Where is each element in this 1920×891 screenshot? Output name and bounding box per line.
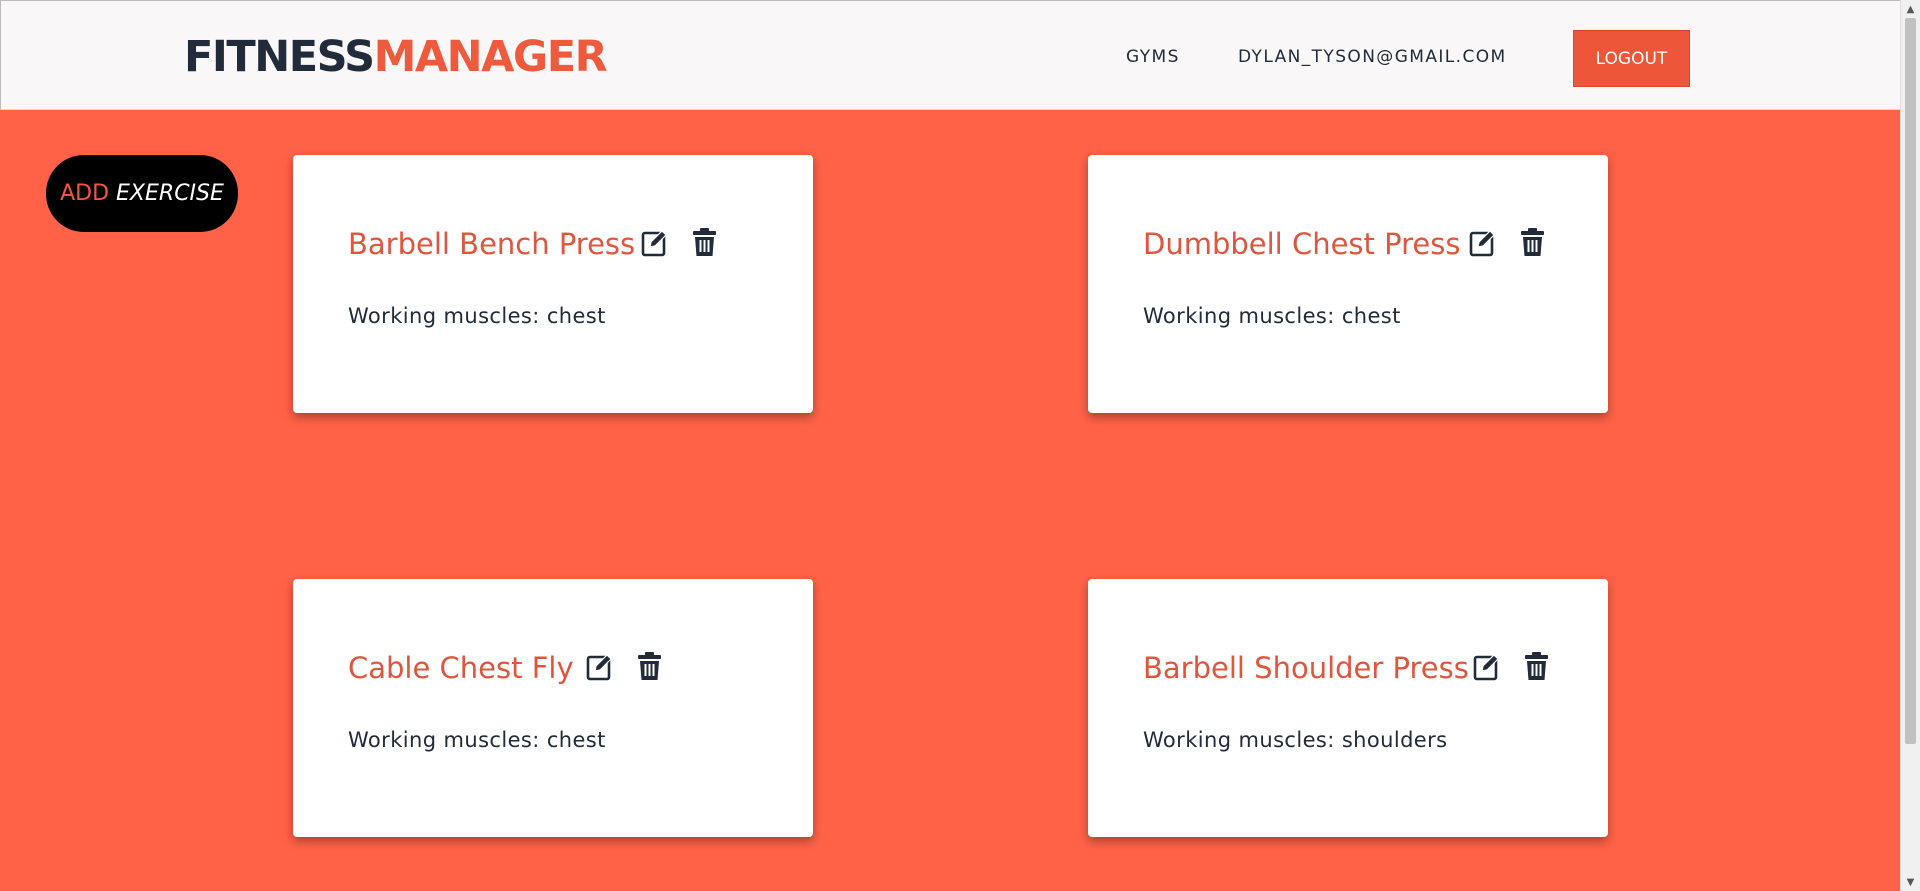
trash-icon[interactable] <box>691 227 718 258</box>
exercise-card: Dumbbell Chest Press Working muscles: ch… <box>1088 155 1608 413</box>
scrollbar-thumb[interactable] <box>1905 18 1916 744</box>
scroll-down-arrow-icon[interactable]: ▼ <box>1901 873 1920 891</box>
add-button-word-exercise: EXERCISE <box>116 181 224 206</box>
main-content <box>0 110 1900 891</box>
exercise-card: Cable Chest Fly Working muscles: chest <box>293 579 813 837</box>
edit-icon[interactable] <box>641 227 668 258</box>
vertical-scrollbar[interactable]: ▲ ▼ <box>1900 0 1920 891</box>
exercise-name: Barbell Bench Press <box>348 227 636 261</box>
add-button-word-add: ADD <box>60 181 110 206</box>
working-muscles-text: Working muscles: chest <box>348 304 606 328</box>
working-muscles-text: Working muscles: chest <box>348 728 606 752</box>
working-muscles-text: Working muscles: shoulders <box>1143 728 1448 752</box>
logout-button[interactable]: LOGOUT <box>1573 30 1690 87</box>
trash-icon[interactable] <box>636 651 663 682</box>
exercise-name: Cable Chest Fly <box>348 651 574 685</box>
edit-icon[interactable] <box>1473 651 1500 682</box>
nav-user-email[interactable]: DYLAN_TYSON@GMAIL.COM <box>1238 47 1507 67</box>
top-navbar: FITNESSMANAGER GYMS DYLAN_TYSON@GMAIL.CO… <box>0 0 1900 110</box>
exercise-name: Barbell Shoulder Press <box>1143 651 1469 685</box>
scroll-up-arrow-icon[interactable]: ▲ <box>1901 0 1920 18</box>
edit-icon[interactable] <box>586 651 613 682</box>
working-muscles-text: Working muscles: chest <box>1143 304 1401 328</box>
exercise-card: Barbell Shoulder Press Working muscles: … <box>1088 579 1608 837</box>
trash-icon[interactable] <box>1523 651 1550 682</box>
app-logo[interactable]: FITNESSMANAGER <box>184 31 608 83</box>
logo-fitness: FITNESS <box>184 32 375 82</box>
exercise-name: Dumbbell Chest Press <box>1143 227 1461 261</box>
trash-icon[interactable] <box>1519 227 1546 258</box>
add-exercise-button[interactable]: ADD EXERCISE <box>46 155 238 232</box>
edit-icon[interactable] <box>1469 227 1496 258</box>
logo-manager: MANAGER <box>373 32 608 82</box>
exercise-card: Barbell Bench Press Working muscles: che… <box>293 155 813 413</box>
nav-link-gyms[interactable]: GYMS <box>1126 47 1180 67</box>
